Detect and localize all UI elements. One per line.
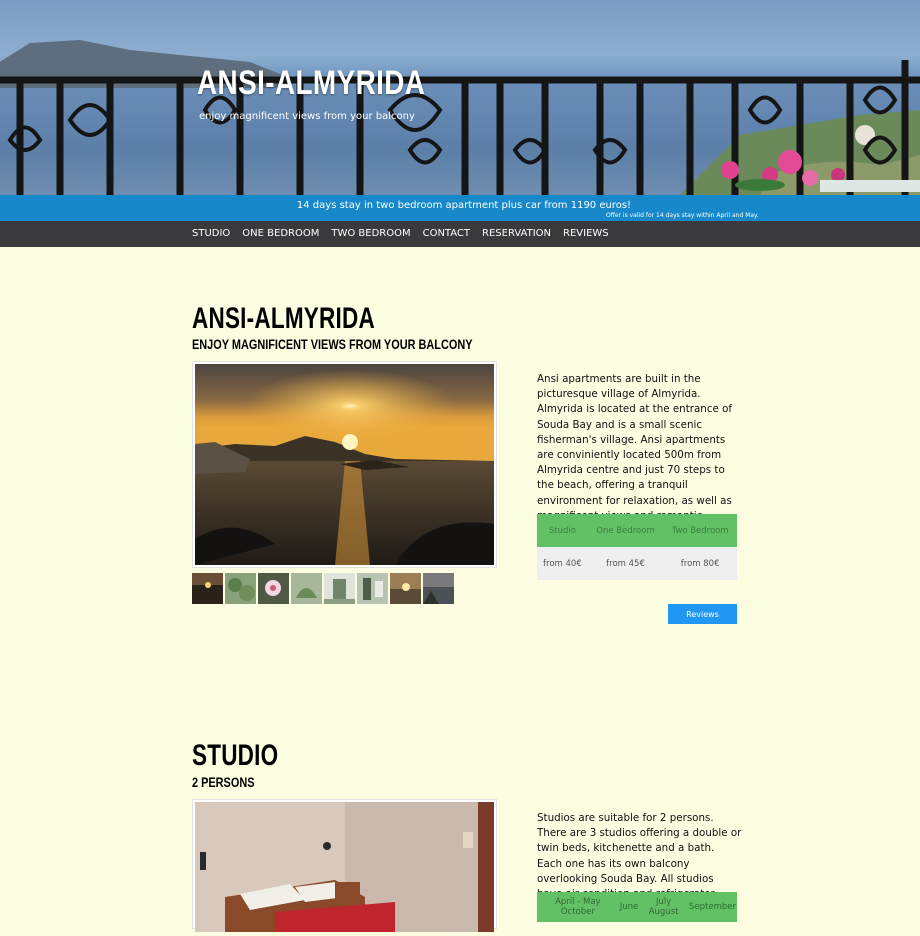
nav-item-reservation[interactable]: RESERVATION bbox=[482, 228, 551, 239]
studio-photo bbox=[192, 799, 497, 932]
intro-title: ANSI-ALMYRIDA bbox=[192, 302, 375, 335]
studio-subtitle: 2 PERSONS bbox=[192, 774, 255, 790]
thumbnail-sunset-2[interactable] bbox=[390, 573, 421, 604]
offer-note: Offer is valid for 14 days stay within A… bbox=[606, 212, 759, 219]
intro-subtitle: ENJOY MAGNIFICENT VIEWS FROM YOUR BALCON… bbox=[192, 336, 473, 352]
season-header-september: September bbox=[688, 892, 737, 922]
sunset-photo bbox=[195, 364, 494, 565]
thumbnail-balcony-door[interactable] bbox=[324, 573, 355, 604]
offer-text: 14 days stay in two bedroom apartment pl… bbox=[296, 200, 632, 211]
price-header-one-bedroom: One Bedroom bbox=[587, 514, 664, 547]
thumbnail-garden[interactable] bbox=[225, 573, 256, 604]
season-header-april-may-october: April - May October bbox=[537, 892, 619, 922]
nav-item-one-bedroom[interactable]: ONE BEDROOM bbox=[242, 228, 319, 239]
site-title[interactable]: ANSI-ALMYRIDA bbox=[197, 64, 425, 103]
thumbnail-sunset[interactable] bbox=[192, 573, 223, 604]
thumbnail-bay-view[interactable] bbox=[423, 573, 454, 604]
price-studio: from 40€ bbox=[537, 547, 588, 580]
season-price-table: April - May October June July August Sep… bbox=[537, 892, 737, 922]
nav-item-two-bedroom[interactable]: TWO BEDROOM bbox=[331, 228, 410, 239]
main-nav: STUDIO ONE BEDROOM TWO BEDROOM CONTACT R… bbox=[0, 221, 920, 247]
price-table: Studio One Bedroom Two Bedroom from 40€ … bbox=[537, 514, 737, 580]
studio-title: STUDIO bbox=[192, 739, 279, 772]
reviews-button[interactable]: Reviews bbox=[668, 604, 737, 624]
studio-bedroom-photo bbox=[195, 802, 494, 932]
season-header-june: June bbox=[618, 892, 640, 922]
offer-bar: 14 days stay in two bedroom apartment pl… bbox=[0, 195, 920, 221]
thumbnail-flower[interactable] bbox=[258, 573, 289, 604]
studio-description: Studios are suitable for 2 persons. Ther… bbox=[537, 812, 742, 900]
nav-item-contact[interactable]: CONTACT bbox=[423, 228, 470, 239]
photo-thumbnails bbox=[192, 573, 454, 604]
hero-banner: ANSI-ALMYRIDA enjoy magnificent views fr… bbox=[0, 0, 920, 195]
thumbnail-apartment-entrance[interactable] bbox=[357, 573, 388, 604]
site-tagline: enjoy magnificent views from your balcon… bbox=[199, 111, 415, 122]
price-one-bedroom: from 45€ bbox=[587, 547, 664, 580]
price-header-studio: Studio bbox=[537, 514, 588, 547]
price-header-two-bedroom: Two Bedroom bbox=[663, 514, 737, 547]
season-header-july-august: July August bbox=[639, 892, 688, 922]
thumbnail-plant[interactable] bbox=[291, 573, 322, 604]
nav-item-reviews[interactable]: REVIEWS bbox=[563, 228, 609, 239]
intro-main-photo bbox=[192, 361, 497, 568]
hero-balcony-railing bbox=[0, 60, 920, 195]
price-two-bedroom: from 80€ bbox=[663, 547, 737, 580]
nav-item-studio[interactable]: STUDIO bbox=[192, 228, 230, 239]
